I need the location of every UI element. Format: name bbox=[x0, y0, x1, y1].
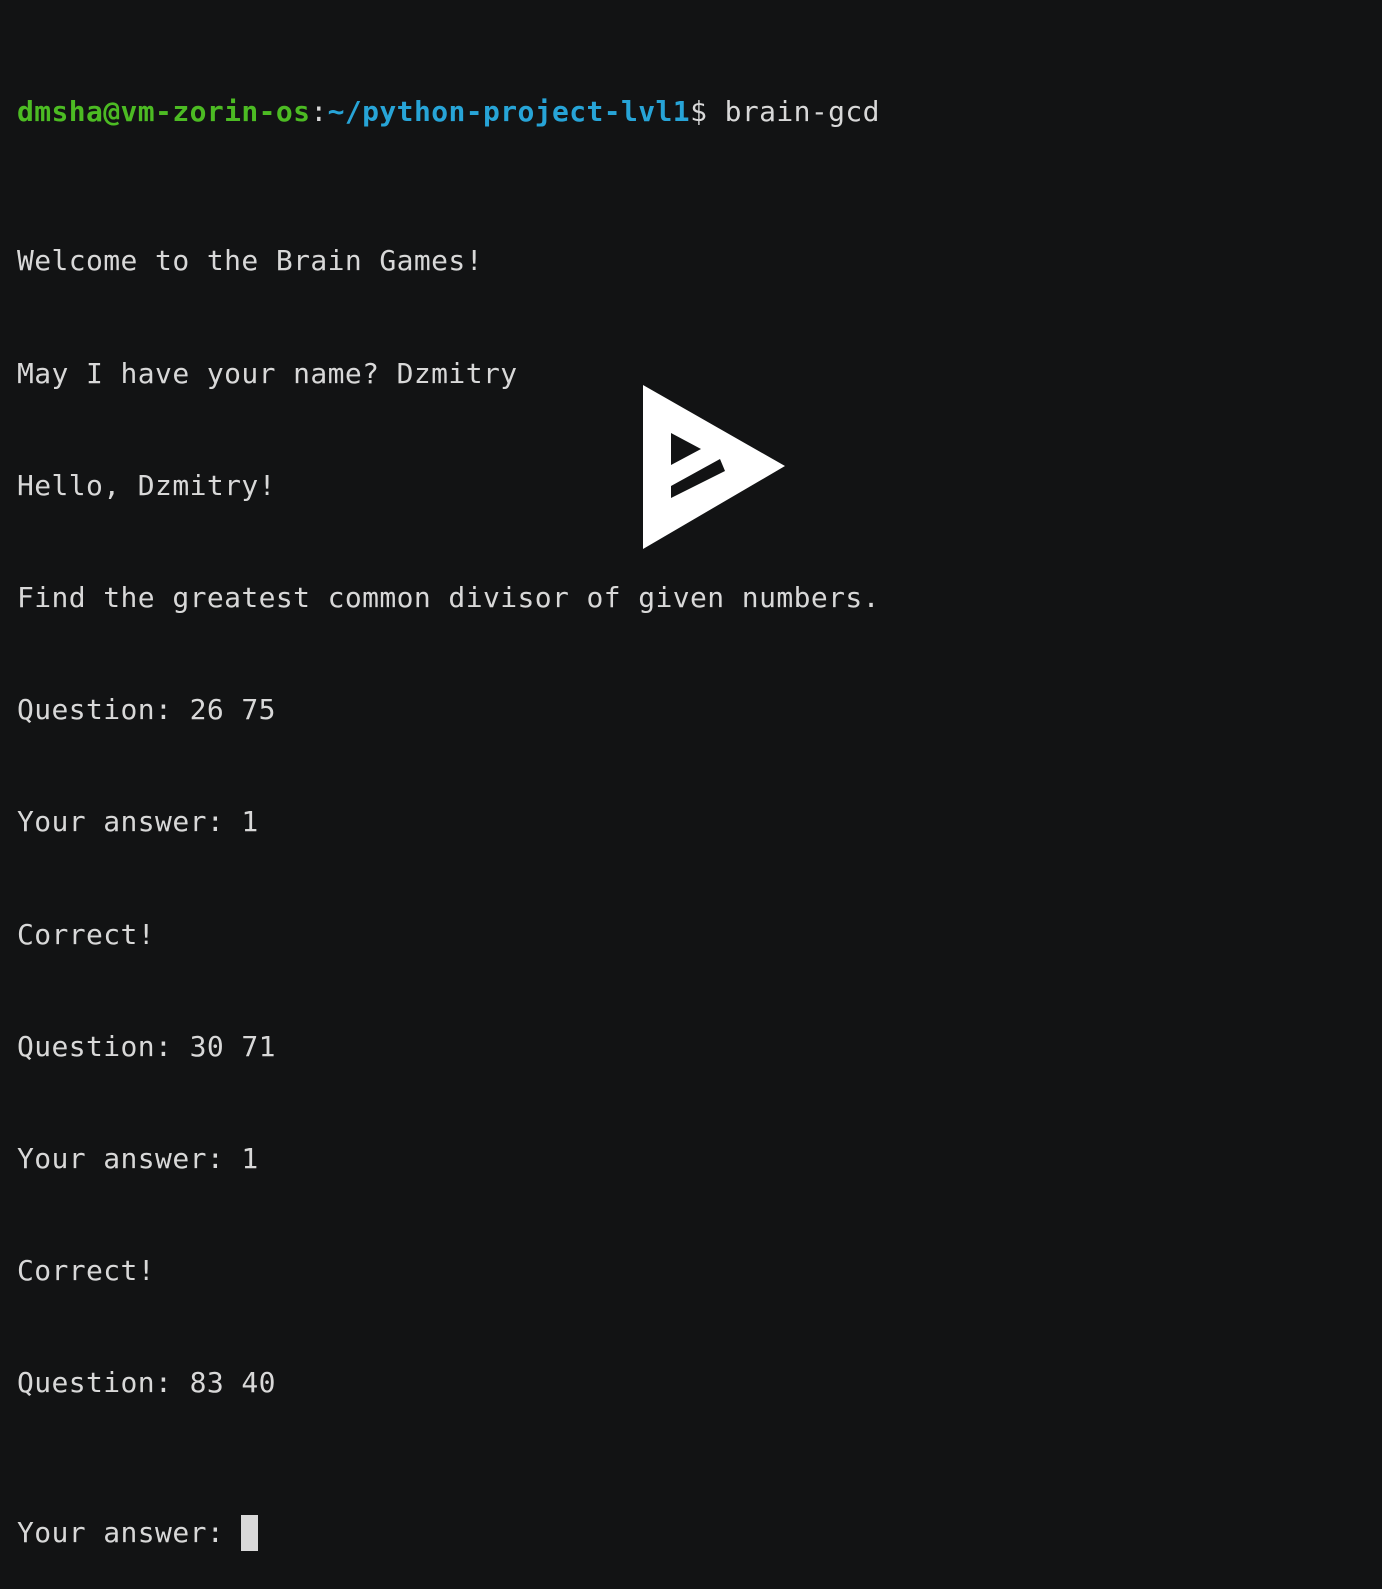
terminal-line: Your answer: 1 bbox=[17, 805, 259, 839]
prompt-user-host: dmsha@vm-zorin-os bbox=[17, 94, 311, 128]
terminal-line: Welcome to the Brain Games! bbox=[17, 244, 483, 278]
terminal-line: Correct! bbox=[17, 1254, 156, 1288]
prompt-command: brain-gcd bbox=[707, 94, 880, 128]
terminal-line: Question: 30 71 bbox=[17, 1029, 276, 1063]
terminal-line: Question: 83 40 bbox=[17, 1366, 276, 1400]
terminal-line: Question: 26 75 bbox=[17, 693, 276, 727]
terminal-line: Your answer: 1 bbox=[17, 1142, 259, 1176]
prompt-separator: : bbox=[310, 94, 328, 128]
terminal-line: Correct! bbox=[17, 917, 156, 951]
prompt-line: dmsha@vm-zorin-os:~/python-project-lvl1$… bbox=[17, 93, 1382, 130]
asciinema-play-icon[interactable] bbox=[643, 385, 785, 549]
prompt-symbol: $ bbox=[690, 94, 708, 128]
answer-input-line[interactable]: Your answer: bbox=[17, 1514, 1382, 1552]
text-cursor bbox=[241, 1515, 259, 1552]
answer-label: Your answer: bbox=[17, 1516, 242, 1550]
terminal-line: Find the greatest common divisor of give… bbox=[17, 581, 880, 615]
prompt-path: ~/python-project-lvl1 bbox=[327, 94, 691, 128]
